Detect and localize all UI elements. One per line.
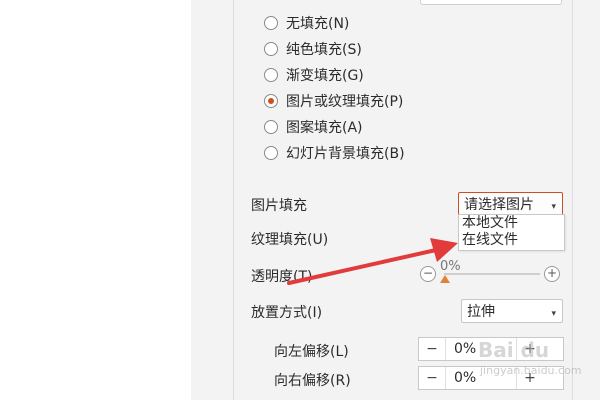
transparency-value: 0% bbox=[440, 259, 461, 274]
dropdown-option-local-file[interactable]: 本地文件 bbox=[459, 215, 564, 232]
transparency-slider-thumb[interactable] bbox=[440, 275, 450, 283]
radio-button[interactable] bbox=[264, 68, 278, 82]
offset-right-decrease-button[interactable]: − bbox=[419, 370, 445, 386]
watermark-url: jingyan.baidu.com bbox=[480, 364, 582, 377]
radio-pattern-fill[interactable]: 图案填充(A) bbox=[264, 117, 363, 137]
panel-divider-right bbox=[572, 0, 573, 400]
transparency-increase-button[interactable]: + bbox=[544, 266, 560, 282]
watermark-logo: Bai du bbox=[478, 338, 550, 362]
radio-label: 纯色填充(S) bbox=[286, 42, 362, 58]
radio-solid-fill[interactable]: 纯色填充(S) bbox=[264, 39, 362, 59]
offset-left-decrease-button[interactable]: − bbox=[419, 341, 445, 357]
texture-fill-label: 纹理填充(U) bbox=[251, 232, 329, 248]
offset-left-label: 向左偏移(L) bbox=[274, 344, 349, 360]
radio-label: 幻灯片背景填充(B) bbox=[286, 146, 405, 162]
left-blank-area bbox=[0, 0, 191, 400]
radio-label: 图片或纹理填充(P) bbox=[286, 94, 404, 110]
placement-label: 放置方式(I) bbox=[251, 305, 323, 321]
clipped-control-top bbox=[420, 0, 562, 5]
picture-fill-label: 图片填充 bbox=[251, 198, 307, 214]
radio-button[interactable] bbox=[264, 16, 278, 30]
radio-no-fill[interactable]: 无填充(N) bbox=[264, 13, 349, 33]
picture-fill-select-value: 请选择图片 bbox=[464, 197, 534, 213]
chevron-down-icon: ▾ bbox=[551, 202, 556, 212]
placement-select-value: 拉伸 bbox=[467, 304, 495, 320]
radio-label: 图案填充(A) bbox=[286, 120, 363, 136]
picture-fill-select[interactable]: 请选择图片 ▾ bbox=[458, 192, 563, 216]
radio-label: 渐变填充(G) bbox=[286, 68, 364, 84]
picture-source-dropdown: 本地文件 在线文件 bbox=[458, 214, 565, 251]
radio-button[interactable] bbox=[264, 120, 278, 134]
dropdown-option-online-file[interactable]: 在线文件 bbox=[459, 232, 564, 249]
radio-slide-background-fill[interactable]: 幻灯片背景填充(B) bbox=[264, 143, 405, 163]
offset-right-label: 向右偏移(R) bbox=[274, 373, 351, 389]
radio-gradient-fill[interactable]: 渐变填充(G) bbox=[264, 65, 364, 85]
radio-button[interactable] bbox=[264, 42, 278, 56]
panel-divider-left bbox=[233, 0, 234, 400]
transparency-decrease-button[interactable]: − bbox=[420, 266, 436, 282]
placement-select[interactable]: 拉伸 ▾ bbox=[461, 299, 563, 323]
chevron-down-icon: ▾ bbox=[551, 309, 556, 319]
radio-picture-texture-fill[interactable]: 图片或纹理填充(P) bbox=[264, 91, 403, 111]
radio-button-checked[interactable] bbox=[264, 94, 278, 108]
transparency-label: 透明度(T) bbox=[251, 269, 313, 285]
radio-label: 无填充(N) bbox=[286, 16, 350, 32]
radio-button[interactable] bbox=[264, 146, 278, 160]
